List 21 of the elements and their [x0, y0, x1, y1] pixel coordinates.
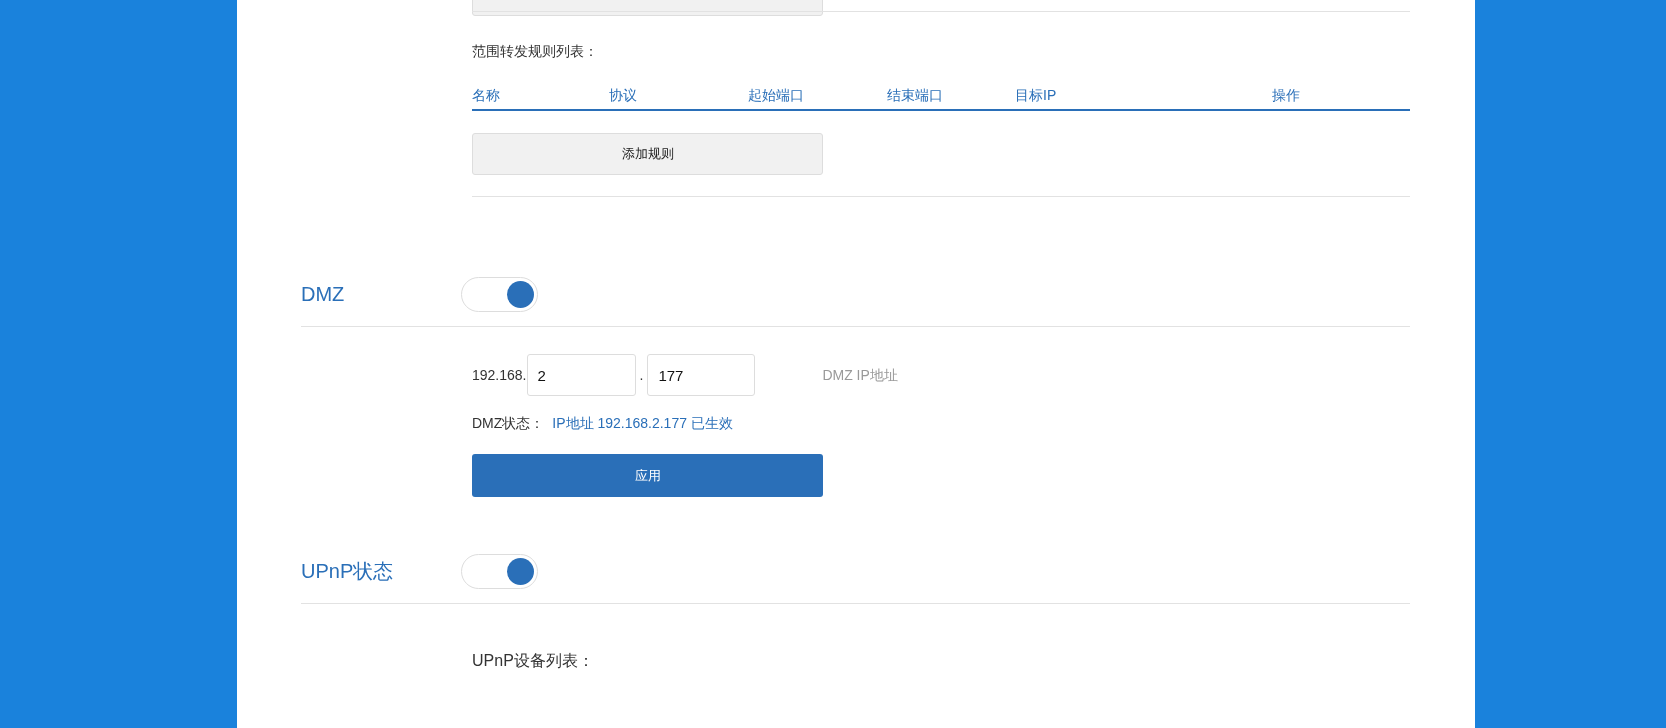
toggle-switch[interactable]: [461, 276, 538, 312]
section-title: 范围转发规则列表：: [472, 42, 599, 61]
column-header: 起始端口: [748, 86, 805, 105]
column-header: 结束端口: [887, 86, 944, 105]
apply-button[interactable]: 应用: [472, 454, 823, 497]
column-header: 协议: [609, 86, 638, 105]
status-value: IP地址 192.168.2.177 已生效: [552, 413, 733, 433]
field-hint: DMZ IP地址: [822, 365, 898, 385]
ip-prefix: 192.168.: [472, 365, 527, 385]
column-header: 名称: [472, 86, 501, 105]
column-header: 操作: [1272, 86, 1301, 105]
toggle-switch[interactable]: [461, 553, 538, 589]
add-rule-button[interactable]: 添加规则: [472, 133, 823, 175]
ip-octet-field[interactable]: 2: [526, 354, 636, 396]
section-label: UPnP状态: [301, 559, 395, 584]
status-label: DMZ状态：: [472, 413, 545, 433]
ip-separator: .: [639, 365, 644, 385]
section-title: UPnP设备列表：: [472, 651, 595, 671]
ip-octet-field[interactable]: 177: [647, 354, 756, 396]
section-label: DMZ: [301, 282, 346, 307]
column-header: 目标IP: [1015, 86, 1058, 105]
